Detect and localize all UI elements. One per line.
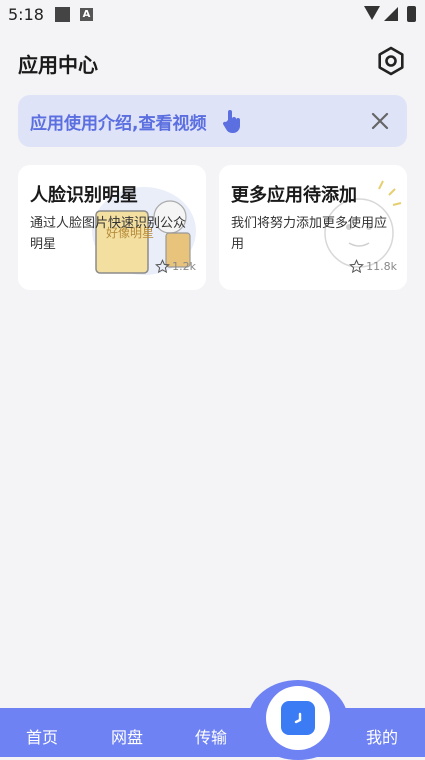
status-time: 5:18 (8, 5, 44, 24)
star-count-label: 1.2k (172, 260, 196, 273)
notification-icon (55, 7, 70, 22)
nav-item-mine[interactable]: 我的 (366, 724, 398, 748)
apps-glyph-icon (294, 712, 302, 724)
more-apps-card[interactable]: 更多应用待添加 我们将努力添加更多使用应用 11.8k (219, 165, 407, 290)
nav-item-transfer[interactable]: 传输 (195, 724, 227, 748)
card-title: 更多应用待添加 (231, 185, 357, 206)
card-title: 人脸识别明星 (30, 185, 138, 206)
signal-icon (384, 7, 398, 21)
nav-item-disk[interactable]: 网盘 (111, 724, 143, 748)
banner-text[interactable]: 应用使用介绍,查看视频 (30, 109, 206, 134)
apps-icon (281, 701, 315, 735)
page-title: 应用中心 (18, 53, 98, 77)
video-intro-banner[interactable]: 应用使用介绍,查看视频 (18, 95, 407, 147)
card-star-count[interactable]: 11.8k (349, 259, 397, 274)
card-description: 通过人脸图片快速识别公众明星 (30, 216, 187, 252)
star-icon (155, 259, 171, 274)
settings-icon[interactable] (376, 46, 406, 76)
face-recognition-card[interactable]: 好像明星 人脸识别明星 通过人脸图片快速识别公众明星 1.2k (18, 165, 206, 290)
card-description: 我们将努力添加更多使用应用 (231, 216, 388, 252)
close-icon[interactable] (368, 109, 392, 133)
star-count-label: 11.8k (366, 260, 397, 273)
app-center-button[interactable] (266, 686, 330, 750)
card-star-count[interactable]: 1.2k (155, 259, 196, 274)
wifi-icon (364, 6, 380, 20)
star-icon (349, 259, 365, 274)
keyboard-notification-icon: A (80, 8, 93, 21)
nav-item-home[interactable]: 首页 (26, 724, 58, 748)
status-bar: 5:18 A (0, 0, 425, 30)
battery-icon (407, 6, 416, 22)
tap-hand-icon (222, 110, 240, 133)
